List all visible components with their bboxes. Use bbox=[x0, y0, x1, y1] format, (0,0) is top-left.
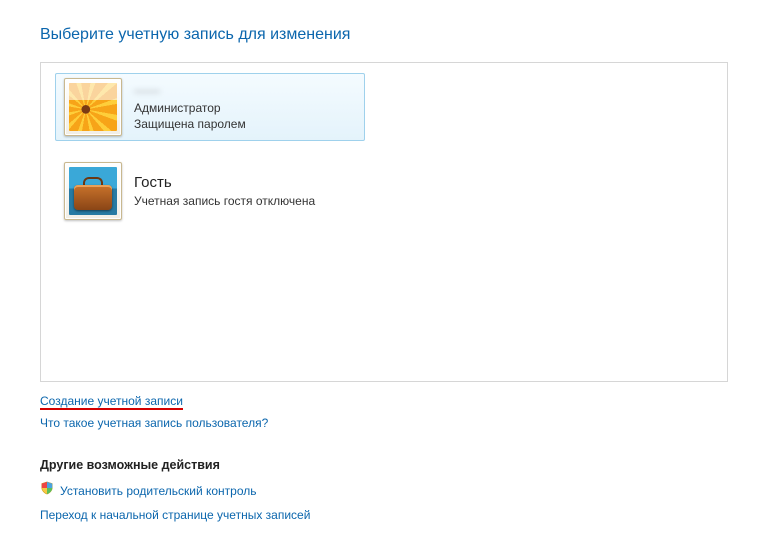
page-title: Выберите учетную запись для изменения bbox=[40, 26, 728, 44]
parental-controls-link[interactable]: Установить родительский контроль bbox=[60, 484, 257, 498]
account-status: Учетная запись гостя отключена bbox=[134, 193, 315, 209]
account-status: Защищена паролем bbox=[134, 116, 246, 132]
flower-icon bbox=[69, 83, 117, 131]
accounts-home-link[interactable]: Переход к начальной странице учетных зап… bbox=[40, 508, 310, 522]
avatar-frame bbox=[64, 162, 122, 220]
avatar-frame bbox=[64, 78, 122, 136]
shield-icon bbox=[40, 481, 54, 495]
account-name: —— bbox=[134, 82, 246, 100]
account-role: Администратор bbox=[134, 100, 246, 116]
account-text: Гость Учетная запись гостя отключена bbox=[122, 173, 315, 209]
account-item-guest[interactable]: Гость Учетная запись гостя отключена bbox=[55, 157, 365, 225]
suitcase-icon bbox=[69, 167, 117, 215]
other-actions-heading: Другие возможные действия bbox=[40, 458, 728, 472]
accounts-list: —— Администратор Защищена паролем Гость … bbox=[40, 62, 728, 382]
create-account-link[interactable]: Создание учетной записи bbox=[40, 394, 183, 410]
account-text: —— Администратор Защищена паролем bbox=[122, 82, 246, 132]
account-item-admin[interactable]: —— Администратор Защищена паролем bbox=[55, 73, 365, 141]
account-name: Гость bbox=[134, 173, 315, 193]
links-block: Создание учетной записи Что такое учетна… bbox=[40, 388, 728, 430]
what-is-account-link[interactable]: Что такое учетная запись пользователя? bbox=[40, 416, 268, 430]
